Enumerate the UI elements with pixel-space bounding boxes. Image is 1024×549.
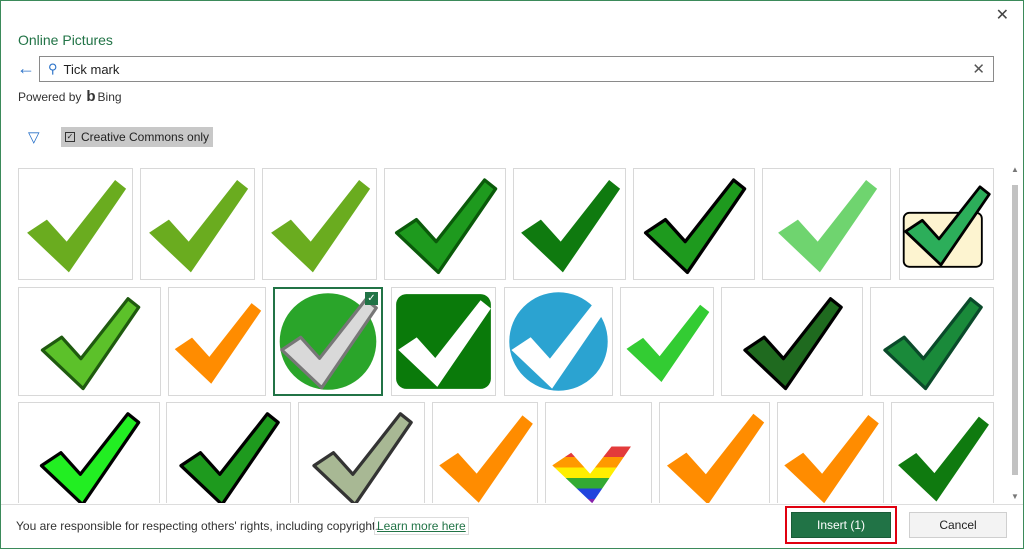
scroll-down-icon[interactable]: ▼ [1011, 492, 1019, 501]
close-icon[interactable]: ✕ [996, 5, 1009, 25]
checkmark-icon [521, 180, 621, 273]
image-thumbnail[interactable] [384, 168, 506, 280]
clear-search-icon[interactable]: ✕ [972, 60, 985, 78]
search-input[interactable]: ⚲ Tick mark ✕ [39, 56, 994, 82]
bing-logo-icon: b [86, 88, 96, 105]
bing-label: Bing [97, 90, 122, 104]
image-thumbnail[interactable] [899, 168, 994, 280]
image-thumbnail[interactable] [777, 402, 884, 503]
dialog-title: Online Pictures [18, 32, 113, 48]
scroll-up-icon[interactable]: ▲ [1011, 165, 1019, 174]
image-thumbnail[interactable] [298, 402, 425, 503]
image-thumbnail[interactable] [504, 287, 613, 396]
checkmark-icon [439, 415, 533, 503]
image-thumbnail[interactable] [140, 168, 255, 280]
checkmark-icon [39, 412, 141, 503]
checkmark-icon [271, 180, 371, 273]
image-thumbnail[interactable] [168, 287, 266, 396]
image-thumbnail[interactable] [870, 287, 994, 396]
vertical-scrollbar[interactable]: ▲ ▼ [1008, 163, 1022, 503]
checkmark-icon [743, 297, 843, 391]
checkmark-icon [643, 178, 747, 275]
image-thumbnail[interactable] [513, 168, 626, 280]
image-thumbnail[interactable]: ✓ [273, 287, 383, 396]
checkmark-icon [509, 292, 608, 391]
funnel-icon[interactable]: ▽ [28, 128, 40, 146]
checkmark-icon [394, 178, 498, 275]
image-thumbnail[interactable] [18, 287, 161, 396]
creative-commons-checkbox[interactable]: ✓ Creative Commons only [61, 127, 214, 147]
checkmark-icon [626, 304, 710, 382]
search-value: Tick mark [63, 61, 120, 77]
image-thumbnail[interactable] [391, 287, 496, 396]
checkmark-icon [883, 297, 983, 391]
checkmark-icon [312, 412, 413, 503]
image-thumbnail[interactable] [432, 402, 538, 503]
checkmark-icon [666, 413, 765, 503]
image-thumbnail[interactable] [18, 168, 133, 280]
checkbox-icon: ✓ [65, 132, 75, 142]
image-results-grid: ✓ [1, 163, 1005, 503]
checkmark-icon [778, 180, 878, 273]
image-thumbnail[interactable] [659, 402, 770, 503]
selected-checkbox-icon[interactable]: ✓ [365, 292, 378, 305]
checkmark-icon [40, 297, 141, 391]
checkmark-icon [27, 180, 127, 273]
arrow-left-icon[interactable]: ← [17, 58, 35, 79]
magnifier-icon: ⚲ [48, 61, 58, 76]
powered-by-label: Powered by [18, 90, 82, 104]
scrollbar-thumb[interactable] [1012, 185, 1018, 475]
image-thumbnail[interactable] [891, 402, 994, 503]
checkmark-icon [902, 185, 991, 268]
checkmark-icon [396, 294, 491, 389]
checkmark-icon [179, 412, 280, 503]
image-thumbnail[interactable] [262, 168, 377, 280]
image-thumbnail[interactable] [762, 168, 891, 280]
creative-commons-label: Creative Commons only [81, 130, 210, 144]
image-thumbnail[interactable] [620, 287, 714, 396]
checkmark-icon [898, 416, 989, 502]
checkmark-icon [149, 180, 249, 273]
image-thumbnail[interactable] [166, 402, 291, 503]
image-thumbnail[interactable] [545, 402, 652, 503]
image-thumbnail[interactable] [18, 402, 160, 503]
learn-more-link[interactable]: Learn more here [374, 517, 469, 535]
copyright-notice: You are responsible for respecting other… [16, 519, 379, 533]
powered-by: Powered by b Bing [18, 88, 122, 105]
checkmark-icon [174, 303, 262, 384]
checkmark-icon [552, 446, 647, 503]
image-thumbnail[interactable] [633, 168, 755, 280]
cancel-button[interactable]: Cancel [909, 512, 1007, 538]
image-thumbnail[interactable] [721, 287, 863, 396]
insert-button[interactable]: Insert (1) [791, 512, 891, 538]
checkmark-icon [784, 415, 879, 503]
